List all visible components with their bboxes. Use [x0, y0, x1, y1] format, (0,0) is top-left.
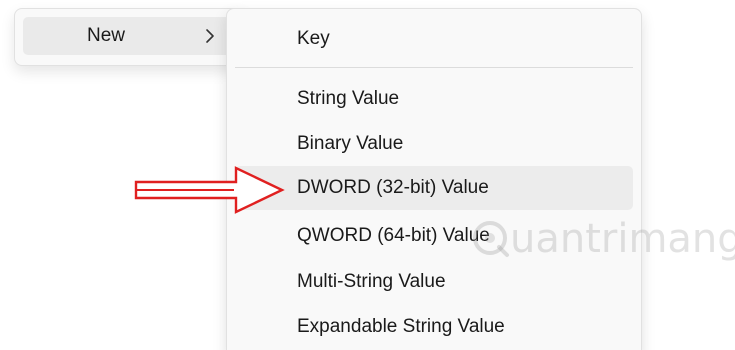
submenu-item-label: Multi-String Value	[297, 271, 446, 292]
submenu-item-label: Binary Value	[297, 133, 404, 154]
submenu-item-key[interactable]: Key	[235, 17, 633, 61]
submenu-item-label: Key	[297, 28, 330, 49]
screenshot-canvas: New Key String Value Binary Value DWORD …	[0, 0, 735, 350]
submenu-item-qword-value[interactable]: QWORD (64-bit) Value	[235, 214, 633, 258]
submenu-item-label: DWORD (32-bit) Value	[297, 177, 489, 198]
menu-separator	[235, 67, 633, 68]
new-submenu: Key String Value Binary Value DWORD (32-…	[226, 8, 642, 350]
menu-item-new-label: New	[87, 25, 126, 46]
submenu-item-dword-value[interactable]: DWORD (32-bit) Value	[235, 166, 633, 210]
chevron-right-icon	[206, 29, 214, 43]
submenu-item-binary-value[interactable]: Binary Value	[235, 122, 633, 166]
submenu-item-string-value[interactable]: String Value	[235, 77, 633, 121]
submenu-item-multi-string-value[interactable]: Multi-String Value	[235, 260, 633, 304]
submenu-item-label: Expandable String Value	[297, 316, 505, 337]
submenu-item-label: QWORD (64-bit) Value	[297, 225, 490, 246]
menu-item-new[interactable]: New	[23, 17, 231, 55]
parent-context-menu: New	[14, 8, 246, 66]
submenu-item-expandable-string-value[interactable]: Expandable String Value	[235, 305, 633, 349]
submenu-item-label: String Value	[297, 88, 400, 109]
